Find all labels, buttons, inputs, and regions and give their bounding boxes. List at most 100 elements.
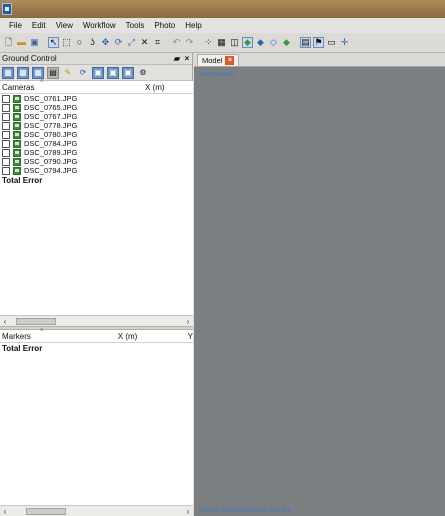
open-folder-icon[interactable]: ▬	[16, 37, 27, 48]
model-viewport[interactable]: Perspective Faces: 500 043 vertices: 251…	[194, 67, 445, 516]
photo-icon	[13, 94, 21, 103]
cameras-total-error: Total Error	[2, 175, 43, 185]
rotate-object-icon[interactable]: ⟳	[113, 37, 124, 48]
y-column-header[interactable]: Y	[188, 332, 193, 341]
ground-control-panel: Ground Control ▰ × ▦ ▦ ▦ ▤ ✎ ⟳ ▣ ▣ ▣ ⚙ ˄…	[0, 53, 193, 516]
camera-row[interactable]: DSC_0789.JPG	[0, 148, 193, 157]
scroll-right-icon[interactable]: ›	[183, 317, 193, 326]
view-source-icon[interactable]: ▣	[92, 66, 104, 79]
camera-label: DSC_0761.JPG	[24, 94, 78, 103]
optimize-icon[interactable]: ▦	[32, 66, 44, 79]
camera-label: DSC_0794.JPG	[24, 166, 78, 175]
scroll-left-icon[interactable]: ‹	[0, 507, 10, 516]
camera-checkbox[interactable]	[2, 148, 10, 157]
import-icon[interactable]: ▦	[2, 66, 14, 79]
circle-select-icon[interactable]: ○	[74, 37, 85, 48]
camera-checkbox[interactable]	[2, 94, 10, 103]
rectangle-select-icon[interactable]: ⬚	[61, 37, 72, 48]
show-trackball-icon[interactable]: ✛	[339, 37, 350, 48]
solid-icon[interactable]: ◆	[255, 37, 266, 48]
close-icon[interactable]: ×	[182, 54, 192, 63]
x-column-header[interactable]: X (m)	[118, 332, 188, 341]
camera-row[interactable]: DSC_0780.JPG	[0, 130, 193, 139]
camera-checkbox[interactable]	[2, 130, 10, 139]
settings-icon[interactable]: ⚙	[137, 67, 149, 79]
camera-checkbox[interactable]	[2, 121, 10, 130]
view-mode-label: Perspective	[200, 71, 234, 78]
model-tabbar: Model ×	[194, 53, 445, 67]
markers-horizontal-scrollbar[interactable]: ‹ ›	[0, 505, 193, 516]
scroll-left-icon[interactable]: ‹	[0, 317, 10, 326]
view-estimated-icon[interactable]: ▣	[107, 66, 119, 79]
cameras-column-header[interactable]: Cameras	[0, 83, 145, 92]
export-icon[interactable]: ▦	[17, 66, 29, 79]
free-form-select-icon[interactable]: ʖ	[87, 37, 98, 48]
scroll-right-icon[interactable]: ›	[183, 507, 193, 516]
camera-row[interactable]: DSC_0784.JPG	[0, 139, 193, 148]
show-markers-icon[interactable]: ⚑	[313, 37, 324, 48]
camera-row[interactable]: DSC_0761.JPG	[0, 94, 193, 103]
textured-icon[interactable]: ◆	[281, 37, 292, 48]
cameras-table: ˄ Cameras X (m) DSC_0761.JPG DSC_0765.JPG…	[0, 79, 193, 315]
camera-checkbox[interactable]	[2, 112, 10, 121]
pen-icon[interactable]: ✎	[62, 67, 74, 79]
show-cameras-icon[interactable]: ▤	[300, 37, 311, 48]
cameras-header: ˄ Cameras X (m)	[0, 79, 193, 94]
camera-list: DSC_0761.JPG DSC_0765.JPG DSC_0767.JPG DSC_…	[0, 94, 193, 175]
menu-view[interactable]: View	[51, 21, 78, 30]
resize-region-icon[interactable]: ⤢	[126, 37, 137, 48]
crop-selection-icon[interactable]: ⌗	[152, 37, 163, 48]
camera-row[interactable]: DSC_0765.JPG	[0, 103, 193, 112]
menu-file[interactable]: File	[4, 21, 27, 30]
x-column-header[interactable]: X (m)	[145, 83, 193, 92]
toolbar-separator	[42, 37, 46, 48]
view-errors-icon[interactable]: ▣	[122, 66, 134, 79]
camera-label: DSC_0780.JPG	[24, 130, 78, 139]
panel-toolbar: ▦ ▦ ▦ ▤ ✎ ⟳ ▣ ▣ ▣ ⚙	[0, 65, 192, 81]
menu-help[interactable]: Help	[180, 21, 206, 30]
camera-row[interactable]: DSC_0767.JPG	[0, 112, 193, 121]
wire-icon[interactable]: ◇	[268, 37, 279, 48]
camera-checkbox[interactable]	[2, 166, 10, 175]
delete-selection-icon[interactable]: ✕	[139, 37, 150, 48]
new-file-icon[interactable]: 🗋	[3, 37, 14, 48]
close-tab-icon[interactable]: ×	[225, 56, 235, 65]
redo-icon[interactable]: ↷	[184, 37, 195, 48]
scroll-thumb[interactable]	[16, 317, 56, 325]
wireframe-icon[interactable]: ◫	[229, 37, 240, 48]
update-icon[interactable]: ⟳	[77, 67, 89, 79]
camera-label: DSC_0778.JPG	[24, 121, 78, 130]
app-window: File Edit View Workflow Tools Photo Help…	[0, 18, 445, 516]
dense-cloud-icon[interactable]: ▦	[216, 37, 227, 48]
photo-icon	[13, 103, 21, 112]
camera-label: DSC_0789.JPG	[24, 148, 78, 157]
tab-model[interactable]: Model ×	[197, 54, 240, 66]
sort-indicator-icon: ˄	[40, 79, 44, 85]
menu-photo[interactable]: Photo	[149, 21, 180, 30]
navigation-icon[interactable]: ↖	[48, 37, 59, 48]
show-region-icon[interactable]: ▭	[326, 37, 337, 48]
save-icon[interactable]: ▣	[29, 37, 40, 48]
scroll-thumb[interactable]	[26, 507, 66, 515]
float-icon[interactable]: ▰	[172, 54, 182, 63]
undo-icon[interactable]: ↶	[171, 37, 182, 48]
menu-tools[interactable]: Tools	[121, 21, 150, 30]
shaded-icon[interactable]: ◆	[242, 37, 253, 48]
move-object-icon[interactable]: ✥	[100, 37, 111, 48]
tab-model-label: Model	[202, 56, 223, 65]
camera-row[interactable]: DSC_0794.JPG	[0, 166, 193, 175]
camera-checkbox[interactable]	[2, 157, 10, 166]
menu-workflow[interactable]: Workflow	[78, 21, 121, 30]
toolbar-separator	[294, 37, 298, 48]
camera-checkbox[interactable]	[2, 103, 10, 112]
grid-icon[interactable]: ▤	[47, 66, 59, 79]
camera-row[interactable]: DSC_0790.JPG	[0, 157, 193, 166]
camera-row[interactable]: DSC_0778.JPG	[0, 121, 193, 130]
camera-label: DSC_0765.JPG	[24, 103, 78, 112]
menu-edit[interactable]: Edit	[27, 21, 51, 30]
photo-icon	[13, 130, 21, 139]
point-cloud-icon[interactable]: ⁘	[203, 37, 214, 48]
markers-column-header[interactable]: Markers	[0, 332, 118, 341]
cameras-horizontal-scrollbar[interactable]: ‹ ›	[0, 315, 193, 326]
camera-checkbox[interactable]	[2, 139, 10, 148]
